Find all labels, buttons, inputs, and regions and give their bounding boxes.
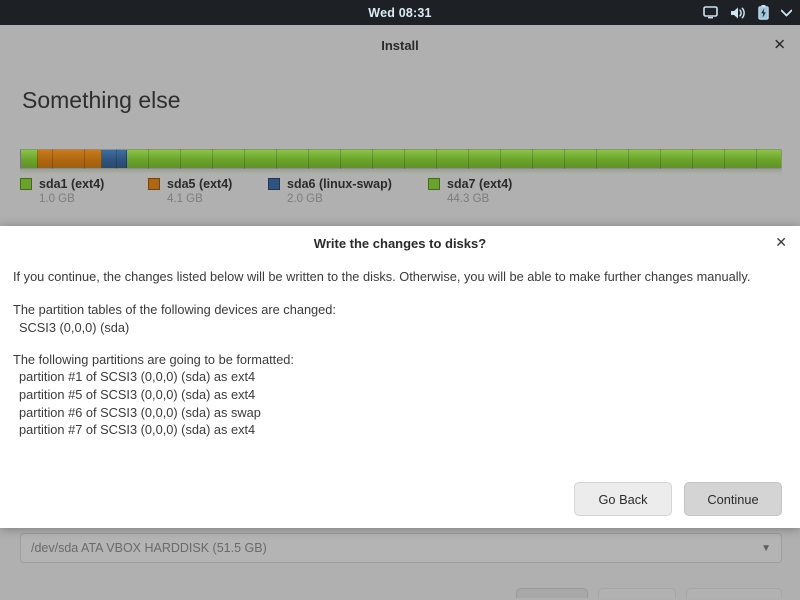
chevron-down-icon[interactable] [781,9,792,17]
partition-legend: sda1 (ext4) 1.0 GB sda5 (ext4) 4.1 GB sda6 (… [20,177,790,205]
dialog-section-title: The following partitions are going to be… [13,351,294,367]
partition-segment-sda6[interactable] [101,150,127,168]
device-selector[interactable]: /dev/sda ATA VBOX HARDDISK (51.5 GB) ▼ [20,533,782,563]
battery-charging-icon[interactable] [758,5,769,20]
legend-swatch-icon [20,178,32,190]
legend-swatch-icon [148,178,160,190]
dialog-section-item: SCSI3 (0,0,0) (sda) [19,319,130,335]
legend-item: sda5 (ext4) 4.1 GB [148,177,268,205]
go-back-button[interactable]: Go Back [574,482,672,516]
legend-label: sda1 (ext4) [39,177,105,191]
dialog-close-icon[interactable]: ✕ [775,236,787,250]
partition-bar[interactable] [20,149,782,169]
quit-button[interactable]: Quit [516,588,588,598]
dialog-actions: Go Back Continue [574,482,782,516]
legend-item-header: sda1 (ext4) [20,177,148,191]
dialog-section-item: partition #7 of SCSI3 (0,0,0) (sda) as e… [19,422,256,438]
legend-swatch-icon [428,178,440,190]
dialog-body: If you continue, the changes listed belo… [0,260,800,439]
window-close-icon[interactable]: ✕ [773,37,786,53]
footer-buttons: Quit Back Install Now [516,588,782,598]
dialog-section: The partition tables of the following de… [13,301,787,336]
system-topbar: Wed 08:31 [0,0,800,25]
legend-item: sda6 (linux-swap) 2.0 GB [268,177,428,205]
window-titlebar: Install ✕ [2,25,798,65]
legend-item-header: sda5 (ext4) [148,177,268,191]
legend-swatch-icon [268,178,280,190]
partition-segment-sda7[interactable] [126,150,781,168]
legend-label: sda5 (ext4) [167,177,233,191]
legend-label: sda7 (ext4) [447,177,513,191]
clock[interactable]: Wed 08:31 [0,6,800,20]
partition-segment-sda1[interactable] [21,150,39,168]
continue-button[interactable]: Continue [684,482,782,516]
dialog-section-item: partition #1 of SCSI3 (0,0,0) (sda) as e… [19,369,256,385]
dialog-section: The following partitions are going to be… [13,351,787,439]
dialog-sections: The partition tables of the following de… [13,301,787,439]
system-tray [703,5,792,20]
legend-label: sda6 (linux-swap) [287,177,392,191]
device-selector-value: /dev/sda ATA VBOX HARDDISK (51.5 GB) [31,541,267,555]
chevron-down-icon: ▼ [761,542,771,554]
legend-item: sda7 (ext4) 44.3 GB [428,177,548,205]
dialog-titlebar: Write the changes to disks? ✕ [0,226,800,260]
legend-item: sda1 (ext4) 1.0 GB [20,177,148,205]
volume-icon[interactable] [730,6,746,20]
legend-size: 4.1 GB [167,193,203,205]
dialog-title: Write the changes to disks? [313,235,487,251]
dialog-intro-text: If you continue, the changes listed belo… [13,269,751,284]
legend-item-header: sda7 (ext4) [428,177,548,191]
dialog-section-title: The partition tables of the following de… [13,302,336,318]
install-now-button: Install Now [686,588,782,598]
partition-bar-reflection [20,169,782,174]
legend-size: 1.0 GB [39,193,75,205]
back-button: Back [598,588,676,598]
display-icon[interactable] [703,6,718,19]
legend-size: 2.0 GB [287,193,323,205]
legend-size: 44.3 GB [447,193,490,205]
dialog-section-item: partition #6 of SCSI3 (0,0,0) (sda) as s… [19,404,261,420]
write-changes-dialog: Write the changes to disks? ✕ If you con… [0,226,800,528]
window-title: Install [381,37,419,53]
legend-item-header: sda6 (linux-swap) [268,177,428,191]
dialog-section-item: partition #5 of SCSI3 (0,0,0) (sda) as e… [19,386,256,402]
partition-segment-sda5[interactable] [38,150,102,168]
page-title: Something else [22,87,181,113]
